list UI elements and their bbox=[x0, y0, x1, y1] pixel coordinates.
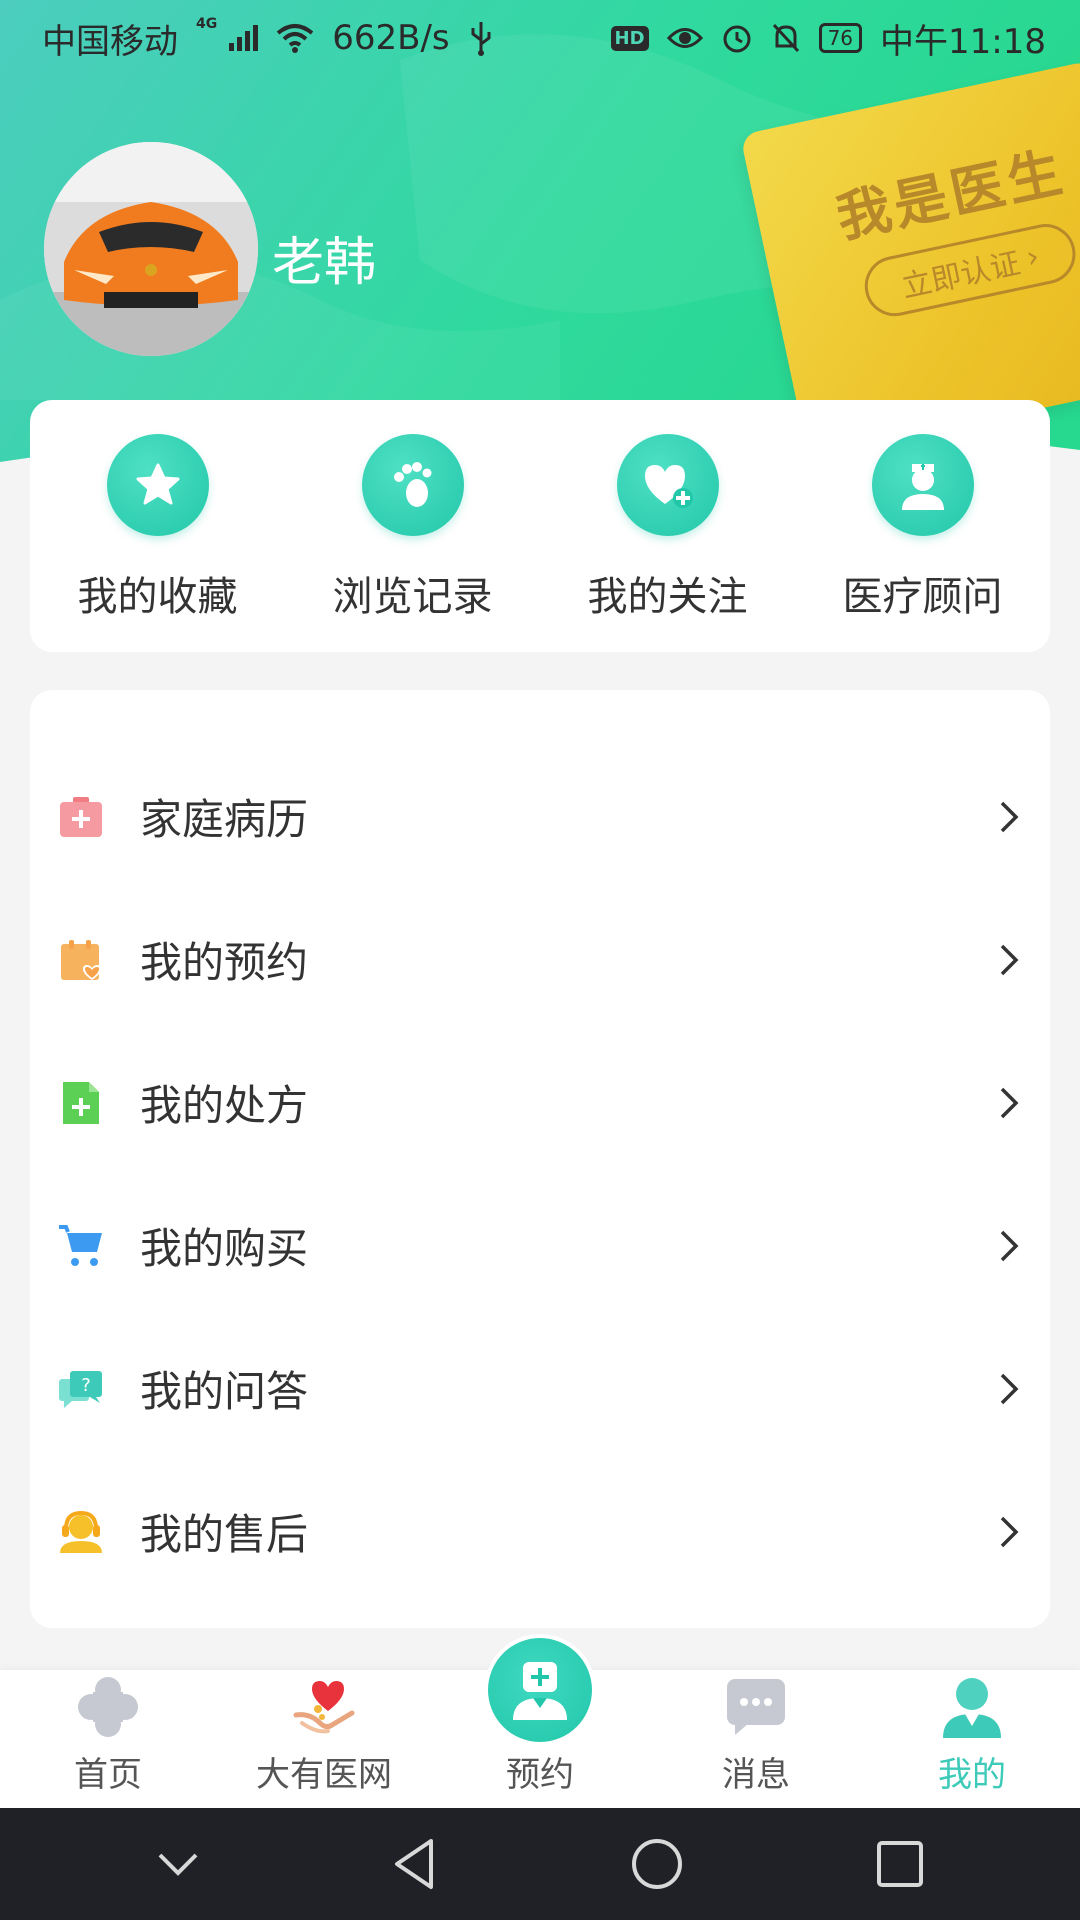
home-icon[interactable] bbox=[630, 1837, 684, 1891]
menu-item-label: 我的问答 bbox=[140, 1367, 309, 1416]
tab-label: 首页 bbox=[74, 1755, 142, 1795]
hd-icon: HD bbox=[610, 25, 649, 51]
tab-messages[interactable]: 消息 bbox=[648, 1675, 864, 1796]
quick-action-label: 浏览记录 bbox=[332, 574, 493, 620]
quick-action-label: 医疗顾问 bbox=[842, 574, 1003, 620]
tab-home[interactable]: 首页 bbox=[0, 1675, 216, 1796]
menu-item-purchases[interactable]: 我的购买 bbox=[30, 1174, 1050, 1317]
eye-icon bbox=[666, 28, 703, 48]
network-type: 4G bbox=[196, 16, 218, 32]
menu-item-prescriptions[interactable]: 我的处方 bbox=[30, 1031, 1050, 1174]
quick-action-label: 我的关注 bbox=[587, 574, 748, 620]
user-icon bbox=[940, 1675, 1004, 1739]
star-icon bbox=[106, 434, 209, 536]
heart-hands-icon bbox=[292, 1675, 356, 1739]
carrier-label: 中国移动 bbox=[42, 21, 178, 62]
quick-action-following[interactable]: 我的关注 bbox=[548, 434, 788, 652]
heart-plus-icon bbox=[616, 434, 719, 536]
medical-record-icon bbox=[58, 794, 104, 840]
menu-item-family-records[interactable]: 家庭病历 bbox=[30, 745, 1050, 888]
quick-action-label: 我的收藏 bbox=[77, 574, 238, 620]
doctor-icon bbox=[488, 1638, 592, 1742]
chevron-right-icon bbox=[1000, 1373, 1019, 1404]
tab-label: 消息 bbox=[722, 1755, 790, 1795]
chevron-right-icon bbox=[1000, 1230, 1019, 1261]
mute-bell-icon bbox=[772, 23, 799, 53]
signal-icon bbox=[229, 25, 259, 51]
avatar[interactable] bbox=[44, 142, 258, 356]
usb-icon bbox=[471, 22, 491, 56]
qa-icon: ? bbox=[58, 1366, 104, 1412]
menu-item-label: 我的购买 bbox=[140, 1224, 309, 1273]
chevron-right-icon bbox=[1000, 801, 1019, 832]
service-icon bbox=[58, 1509, 104, 1555]
chevron-right-icon bbox=[1000, 1087, 1019, 1118]
svg-text:?: ? bbox=[81, 1375, 91, 1396]
chevron-right-icon bbox=[1000, 944, 1019, 975]
cart-icon bbox=[58, 1223, 104, 1269]
menu-item-label: 我的处方 bbox=[140, 1081, 309, 1130]
menu-item-qa[interactable]: ? 我的问答 bbox=[30, 1317, 1050, 1460]
message-icon bbox=[724, 1675, 788, 1739]
collapse-icon[interactable] bbox=[156, 1849, 200, 1879]
certify-now-label: 立即认证 bbox=[898, 246, 1024, 306]
battery-icon: 76 bbox=[818, 23, 863, 53]
username: 老韩 bbox=[272, 233, 377, 293]
menu-item-label: 家庭病历 bbox=[140, 795, 309, 844]
home-cross-icon bbox=[76, 1675, 140, 1739]
tab-label: 大有医网 bbox=[256, 1755, 392, 1795]
menu-item-appointments[interactable]: 我的预约 bbox=[30, 888, 1050, 1031]
quick-actions-card: 我的收藏 浏览记录 我的关注 医疗顾问 bbox=[30, 400, 1050, 652]
status-bar: 中国移动 4G 662B/s HD 76 中午11:18 bbox=[0, 0, 1080, 76]
back-icon[interactable] bbox=[391, 1837, 439, 1891]
menu-item-label: 我的售后 bbox=[140, 1510, 309, 1559]
chevron-right-icon bbox=[1000, 1516, 1019, 1547]
quick-action-medical-advisor[interactable]: 医疗顾问 bbox=[803, 434, 1043, 652]
chevron-right-icon: › bbox=[1023, 238, 1043, 276]
tab-label: 我的 bbox=[938, 1755, 1006, 1795]
quick-action-favorites[interactable]: 我的收藏 bbox=[38, 434, 278, 652]
prescription-icon bbox=[58, 1080, 104, 1126]
wifi-icon bbox=[276, 24, 314, 53]
network-speed: 662B/s bbox=[332, 18, 450, 58]
calendar-heart-icon bbox=[58, 937, 104, 983]
tab-mine[interactable]: 我的 bbox=[864, 1675, 1080, 1796]
tab-label: 预约 bbox=[506, 1755, 574, 1795]
alarm-icon bbox=[723, 25, 751, 53]
quick-action-history[interactable]: 浏览记录 bbox=[293, 434, 533, 652]
menu-item-after-sales[interactable]: 我的售后 bbox=[30, 1460, 1050, 1603]
menu-item-label: 我的预约 bbox=[140, 938, 309, 987]
appointment-fab[interactable] bbox=[484, 1634, 596, 1746]
profile-menu-list: 家庭病历 我的预约 我的处方 我的购买 ? 我的问答 我的售后 bbox=[30, 690, 1050, 1628]
recents-icon[interactable] bbox=[875, 1839, 925, 1889]
clock: 中午11:18 bbox=[880, 21, 1046, 62]
system-navigation-bar bbox=[0, 1808, 1080, 1920]
footprint-icon bbox=[361, 434, 464, 536]
nurse-icon bbox=[871, 434, 974, 536]
tab-dayou-medical[interactable]: 大有医网 bbox=[216, 1675, 432, 1796]
